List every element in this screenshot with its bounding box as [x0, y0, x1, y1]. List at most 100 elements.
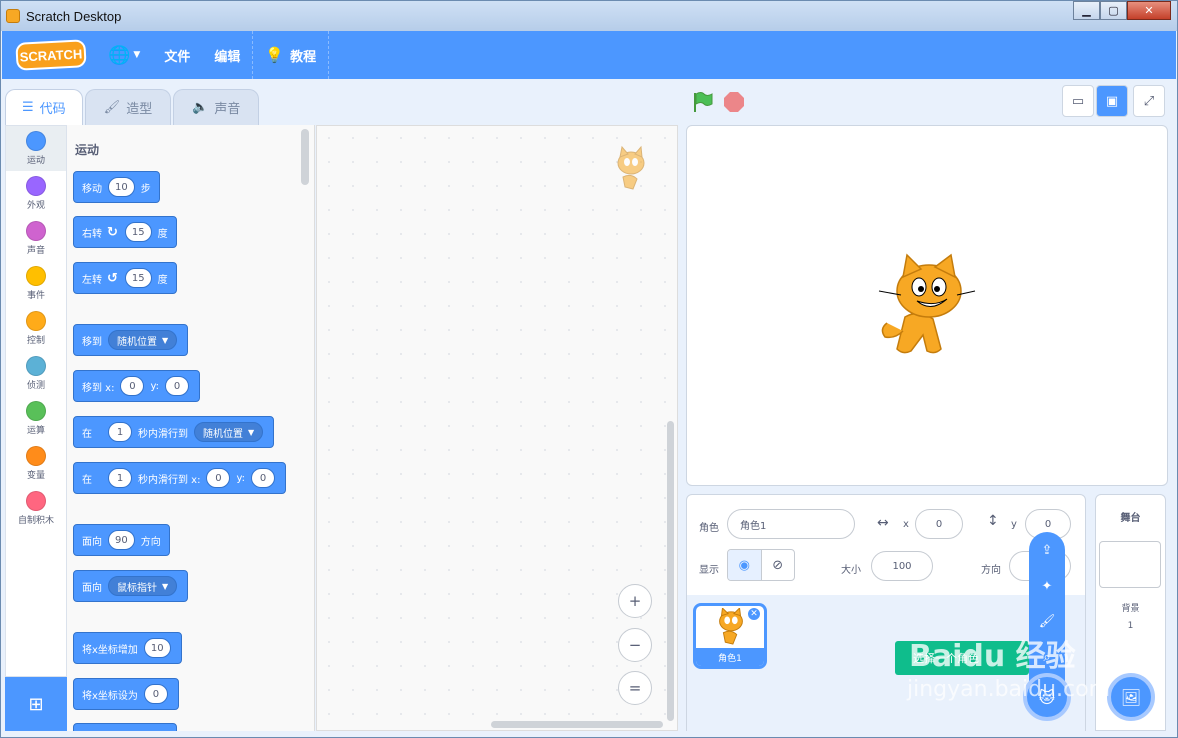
stage-thumbnail[interactable]	[1099, 541, 1161, 588]
category-item[interactable]: 自制积木	[6, 486, 66, 531]
zoom-in-icon: +	[628, 592, 642, 610]
block-dropdown[interactable]: 随机位置 ▼	[194, 422, 264, 442]
block-number-input[interactable]: 0	[143, 684, 168, 704]
hide-sprite-button[interactable]: ⊘	[762, 550, 795, 580]
stage-pane-title: 舞台	[1120, 513, 1141, 524]
block-set-x[interactable]: 将x坐标设为 0	[73, 678, 179, 710]
dropdown-value: 随机位置	[203, 428, 243, 440]
file-menu[interactable]: 文件	[152, 31, 202, 79]
block-point-direction[interactable]: 面向 90 方向	[73, 524, 170, 556]
category-color-dot	[26, 401, 46, 421]
app-window: Scratch Desktop ▁ ▢ ✕ SCRATCH 🌐 ▼ 文件 编辑 …	[0, 0, 1178, 738]
tutorials-menu[interactable]: 💡 教程	[253, 31, 328, 79]
block-number-input[interactable]: 15	[124, 268, 152, 288]
block-number-input[interactable]: 0	[120, 376, 145, 396]
block-move-steps[interactable]: 移动 10 步	[73, 171, 160, 203]
maximize-button[interactable]: ▢	[1100, 1, 1127, 20]
tab-costumes[interactable]: 🖌 造型	[84, 89, 172, 125]
workspace-vertical-scrollbar[interactable]	[667, 421, 674, 721]
category-item[interactable]: 侦测	[6, 351, 66, 396]
y-label: y	[1011, 519, 1017, 530]
choose-backdrop-button[interactable]: 🖼	[1107, 673, 1155, 721]
block-change-x[interactable]: 将x坐标增加 10	[73, 632, 182, 664]
sprite-watermark-cat-icon	[617, 145, 645, 190]
upload-sprite-icon[interactable]: ⇪	[1037, 540, 1057, 560]
category-item[interactable]: 事件	[6, 261, 66, 306]
block-glide[interactable]: 在 1 秒内滑行到 随机位置 ▼	[73, 416, 275, 448]
chevron-down-icon: ▼	[162, 581, 169, 591]
surprise-sprite-icon[interactable]: ✦	[1037, 576, 1057, 596]
tab-sounds[interactable]: 🔈 声音	[173, 89, 260, 125]
category-color-dot	[26, 266, 46, 286]
minimize-button[interactable]: ▁	[1073, 1, 1100, 20]
fullscreen-icon: ⤢	[1143, 93, 1155, 109]
category-item[interactable]: 控制	[6, 306, 66, 351]
category-item[interactable]: 变量	[6, 441, 66, 486]
block-dropdown[interactable]: 鼠标指针 ▼	[108, 576, 178, 596]
block-turn-left[interactable]: 左转 ↺ 15 度	[73, 262, 177, 294]
tab-sounds-label: 声音	[214, 102, 241, 117]
globe-icon: 🌐	[108, 44, 131, 66]
block-turn-right[interactable]: 右转 ↻ 15 度	[73, 216, 177, 248]
category-item[interactable]: 运算	[6, 396, 66, 441]
x-position-input[interactable]: 0	[915, 509, 963, 539]
category-item[interactable]: 外观	[6, 171, 66, 216]
delete-sprite-button[interactable]: ✕	[747, 607, 761, 621]
block-goto[interactable]: 移到 随机位置 ▼	[73, 324, 189, 356]
title-bar: Scratch Desktop ▁ ▢ ✕	[1, 1, 1177, 31]
speaker-icon: 🔈	[192, 100, 209, 115]
block-number-input[interactable]: 1	[108, 422, 132, 442]
block-point-towards[interactable]: 面向 鼠标指针 ▼	[73, 570, 189, 602]
block-glide-xy[interactable]: 在 1 秒内滑行到 x: 0 y: 0	[73, 462, 287, 494]
stop-icon[interactable]	[724, 92, 744, 112]
sprite-name-label: 角色	[699, 523, 719, 534]
palette-scrollbar[interactable]	[301, 129, 309, 185]
category-item[interactable]: 声音	[6, 216, 66, 261]
block-number-input[interactable]: 1	[108, 468, 132, 488]
rotate-clockwise-icon: ↻	[107, 224, 118, 240]
dropdown-value: 随机位置	[117, 336, 157, 348]
block-number-input[interactable]: 0	[206, 468, 231, 488]
cat-sprite-icon[interactable]	[875, 253, 979, 359]
edit-menu[interactable]: 编辑	[202, 31, 252, 79]
scratch-logo[interactable]: SCRATCH	[15, 39, 87, 71]
block-number-input[interactable]: 0	[165, 376, 190, 396]
zoom-in-button[interactable]: +	[618, 584, 652, 618]
show-sprite-button[interactable]: ◉	[728, 550, 762, 580]
block-text: y:	[236, 472, 246, 484]
size-input[interactable]: 100	[871, 551, 933, 581]
block-text: 秒内滑行到 x:	[138, 474, 201, 486]
paint-sprite-icon[interactable]: 🖌	[1037, 611, 1057, 631]
small-stage-button[interactable]: ▭	[1062, 85, 1094, 117]
category-item[interactable]: 运动	[6, 126, 66, 171]
category-color-dot	[26, 491, 46, 511]
choose-sprite-button[interactable]: 🐱	[1023, 673, 1071, 721]
zoom-out-button[interactable]: −	[618, 628, 652, 662]
block-dropdown[interactable]: 随机位置 ▼	[108, 330, 178, 350]
block-number-input[interactable]: 15	[124, 222, 152, 242]
language-menu[interactable]: 🌐 ▼	[96, 31, 152, 79]
block-text: 左转	[82, 274, 102, 286]
tab-code[interactable]: ☰ 代码	[5, 89, 83, 125]
visibility-toggle: ◉ ⊘	[727, 549, 795, 581]
block-text: 在	[82, 474, 92, 486]
large-stage-button[interactable]: ▣	[1096, 85, 1128, 117]
eye-icon: ◉	[738, 557, 750, 573]
fullscreen-button[interactable]: ⤢	[1133, 85, 1165, 117]
add-extension-button[interactable]: ⊞	[5, 677, 67, 731]
sprite-name-input[interactable]: 角色1	[727, 509, 855, 539]
block-number-input[interactable]: 10	[108, 177, 135, 197]
search-sprite-icon[interactable]: ⌕	[1037, 647, 1057, 667]
block-number-input[interactable]: 0	[251, 468, 276, 488]
green-flag-icon[interactable]	[691, 91, 713, 113]
zoom-reset-icon: =	[628, 679, 642, 697]
workspace-horizontal-scrollbar[interactable]	[491, 721, 663, 728]
block-number-input[interactable]: 10	[143, 638, 171, 658]
block-partial[interactable]	[73, 723, 177, 731]
block-number-input[interactable]: 90	[108, 530, 135, 550]
window-title: Scratch Desktop	[26, 8, 122, 24]
zoom-reset-button[interactable]: =	[618, 671, 652, 705]
block-goto-xy[interactable]: 移到 x: 0 y: 0	[73, 370, 201, 402]
sprite-tile-name: 角色1	[696, 648, 764, 666]
close-button[interactable]: ✕	[1127, 1, 1171, 20]
